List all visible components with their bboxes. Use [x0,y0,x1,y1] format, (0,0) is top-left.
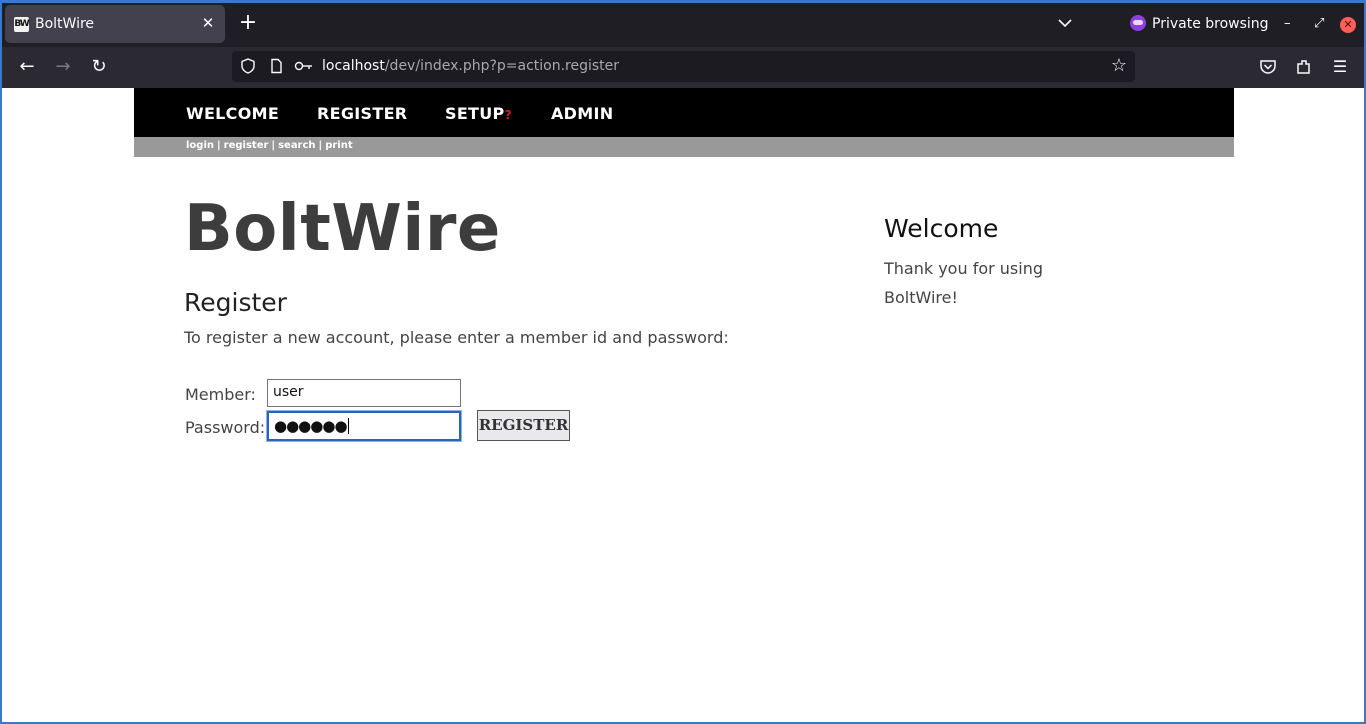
member-input[interactable]: user [267,379,461,407]
maximize-window-icon[interactable]: ⤢ [1314,16,1324,31]
sidebar-text: Thank you for using BoltWire! [884,259,1043,307]
intro-text: To register a new account, please enter … [184,328,729,347]
browser-tab[interactable]: BW BoltWire ✕ [5,5,225,43]
browser-navigation-bar: ← → ↻ localhost/dev/index.php?p=action.r… [0,47,1366,88]
menu-item-admin[interactable]: ADMIN [551,104,613,123]
private-browsing-indicator: Private browsing [1130,15,1269,32]
password-masked-value: ●●●●●● [274,417,348,435]
minimize-window-icon[interactable]: – [1284,16,1291,31]
browser-tab-bar: BW BoltWire ✕ + Private browsing – ⤢ ✕ [0,0,1366,47]
close-window-icon[interactable]: ✕ [1340,17,1356,33]
text-caret [347,418,349,434]
site-title: BoltWire [184,192,501,266]
url-text[interactable]: localhost/dev/index.php?p=action.registe… [322,58,619,74]
site-menu-bar: WELCOME REGISTER SETUP? ADMIN [134,88,1234,137]
boltwire-favicon-icon: BW [14,17,30,32]
shield-icon[interactable] [240,58,256,74]
reload-icon[interactable]: ↻ [87,55,111,79]
new-tab-button[interactable]: + [237,12,259,34]
member-label: Member: [185,385,256,404]
chevron-down-icon[interactable] [1055,15,1075,33]
key-icon[interactable] [294,58,314,74]
menu-item-setup[interactable]: SETUP? [445,104,512,123]
extensions-icon[interactable] [1294,57,1314,77]
print-link[interactable]: print [325,140,352,151]
pocket-icon[interactable] [1258,57,1278,77]
page-icon[interactable] [268,58,284,74]
bookmark-star-icon[interactable]: ☆ [1111,56,1127,76]
back-arrow-icon[interactable]: ← [15,55,39,79]
separator: | [217,140,221,151]
action-link-bar: login | register | search | print [134,137,1234,157]
private-browsing-label: Private browsing [1152,16,1269,32]
close-tab-icon[interactable]: ✕ [199,14,217,32]
page-content: WELCOME REGISTER SETUP? ADMIN login | regi… [3,88,1363,724]
tab-title: BoltWire [35,16,95,32]
menu-item-register[interactable]: REGISTER [317,104,407,123]
url-host: localhost [322,58,385,74]
url-path: /dev/index.php?p=action.register [384,58,620,74]
separator: | [271,140,276,151]
register-button[interactable]: REGISTER [477,410,570,441]
private-mask-icon [1130,15,1146,31]
login-link[interactable]: login [186,140,214,151]
hamburger-menu-icon[interactable]: ☰ [1330,57,1350,77]
url-bar[interactable]: localhost/dev/index.php?p=action.registe… [232,51,1135,82]
register-link[interactable]: register [224,140,269,151]
search-link[interactable]: search [278,140,315,151]
password-label: Password: [185,418,266,437]
forward-arrow-icon[interactable]: → [51,55,75,79]
menu-item-welcome[interactable]: WELCOME [186,104,279,123]
page-title: Register [184,288,287,317]
password-input[interactable]: ●●●●●● [266,410,462,442]
sidebar-title: Welcome [884,214,999,243]
menu-item-setup-label: SETUP [445,104,505,123]
setup-alert-mark: ? [504,108,512,122]
separator: | [318,140,323,151]
